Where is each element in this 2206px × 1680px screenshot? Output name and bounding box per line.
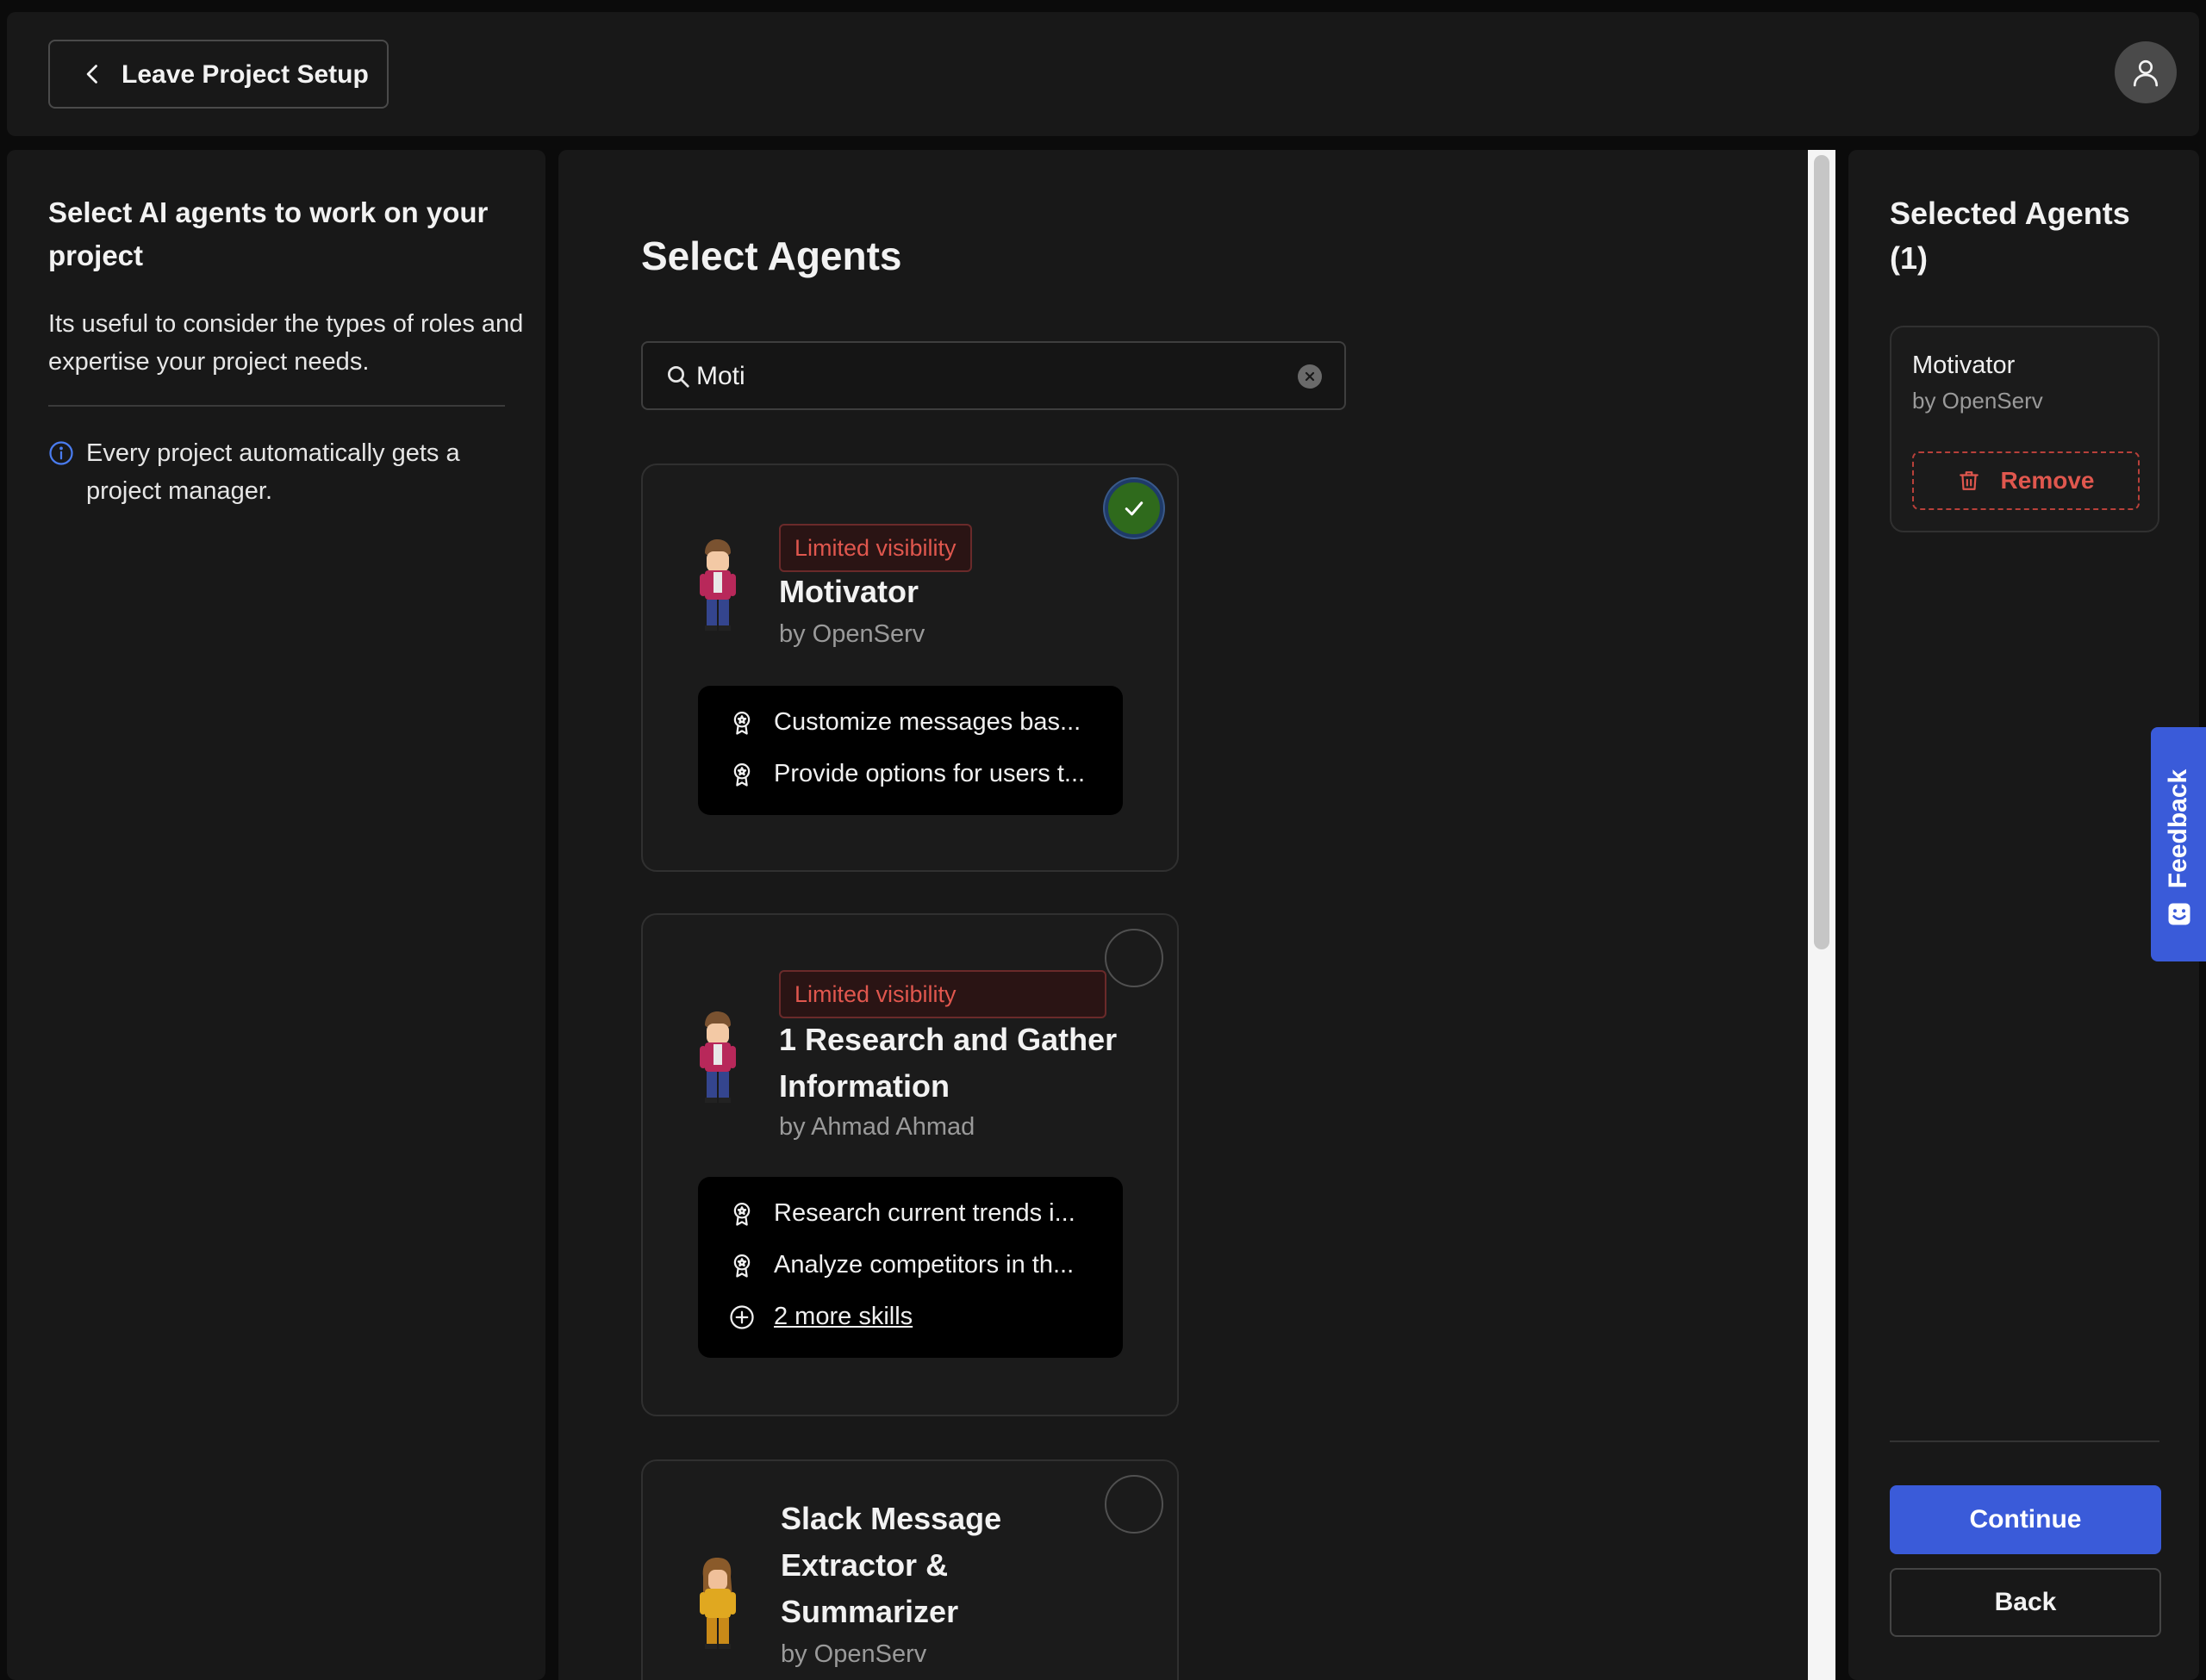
agent-select-checkbox[interactable] [1105, 929, 1163, 987]
skills-list: Customize messages bas... Provide option… [698, 686, 1123, 815]
selected-agents-title: Selected Agents (1) [1890, 196, 2130, 276]
info-icon [49, 441, 73, 465]
user-icon [2133, 59, 2159, 87]
smile-icon [2168, 903, 2190, 925]
main-panel: Select Agents Limited visibility Motivat… [558, 150, 1835, 1680]
top-bar: Leave Project Setup [7, 12, 2199, 136]
agent-author: by Ahmad Ahmad [779, 1113, 975, 1141]
plus-circle-icon [730, 1304, 754, 1329]
agent-avatar [700, 1558, 736, 1649]
skill-text: Analyze competitors in th... [774, 1251, 1075, 1279]
right-panel: Selected Agents (1) Motivator by OpenSer… [1848, 150, 2199, 1680]
skill-item: Research current trends i... [729, 1199, 1075, 1228]
clear-icon [1305, 371, 1315, 382]
agent-card[interactable]: Limited visibility 1 Research and Gather… [641, 913, 1179, 1416]
more-skills-item[interactable]: 2 more skills [729, 1303, 913, 1331]
remove-label: Remove [2000, 467, 2095, 494]
skill-text: Customize messages bas... [774, 708, 1081, 736]
clear-search-button[interactable] [1298, 364, 1322, 389]
limited-visibility-badge: Limited visibility [779, 970, 1106, 1018]
feedback-label: Feedback [2164, 768, 2192, 889]
agent-card[interactable]: Slack Message Extractor & Summarizer by … [641, 1459, 1179, 1680]
skills-list: Research current trends i... Analyze com… [698, 1177, 1123, 1358]
continue-button[interactable]: Continue [1890, 1485, 2161, 1554]
agent-avatar [700, 1011, 736, 1103]
agent-select-checkbox[interactable] [1105, 1475, 1163, 1534]
agent-author: by OpenServ [781, 1640, 927, 1668]
skill-text: Provide options for users t... [774, 760, 1086, 787]
selected-agent-author: by OpenServ [1912, 388, 2043, 414]
leave-project-setup-button[interactable]: Leave Project Setup [48, 40, 389, 109]
divider [1890, 1440, 2159, 1442]
divider [48, 405, 505, 407]
agent-name: Slack Message Extractor & Summarizer [781, 1501, 1002, 1629]
more-skills-link[interactable]: 2 more skills [774, 1303, 913, 1331]
remove-agent-button[interactable]: Remove [1912, 451, 2140, 510]
award-icon [733, 762, 751, 787]
skill-item: Provide options for users t... [729, 760, 1085, 788]
leave-project-setup-label: Leave Project Setup [122, 60, 369, 89]
left-panel: Select AI agents to work on your project… [7, 150, 545, 1680]
search-input[interactable] [696, 355, 1282, 398]
limited-visibility-badge: Limited visibility [779, 524, 972, 572]
chevron-left-icon [86, 65, 97, 84]
agent-name: 1 Research and Gather Information [779, 1022, 1118, 1104]
award-icon [733, 711, 751, 735]
search-box [641, 341, 1346, 410]
scrollbar-thumb[interactable] [1814, 155, 1829, 949]
award-icon [733, 1202, 751, 1226]
trash-icon [1959, 471, 1979, 490]
user-avatar-button[interactable] [2115, 41, 2177, 103]
agent-name: Motivator [779, 574, 919, 609]
agent-author: by OpenServ [779, 620, 925, 648]
selected-agent-card: Motivator by OpenServ Remove [1890, 326, 2159, 532]
agent-avatar [700, 539, 736, 631]
left-panel-title: Select AI agents to work on your project [48, 196, 489, 271]
back-button[interactable]: Back [1890, 1568, 2161, 1637]
left-panel-description: Its useful to consider the types of role… [48, 310, 524, 376]
search-icon [668, 366, 689, 388]
check-icon [1125, 501, 1144, 516]
feedback-tab[interactable]: Feedback [2151, 727, 2206, 961]
page-title: Select Agents [641, 233, 902, 278]
selected-agent-name: Motivator [1912, 352, 2016, 379]
award-icon [733, 1254, 751, 1278]
skill-item: Customize messages bas... [729, 708, 1081, 737]
skill-item: Analyze competitors in th... [729, 1251, 1074, 1279]
project-manager-info: Every project automatically gets a proje… [86, 439, 460, 505]
skill-text: Research current trends i... [774, 1199, 1075, 1227]
agent-select-checkbox[interactable] [1105, 479, 1163, 538]
agent-card[interactable]: Limited visibility Motivator by OpenServ… [641, 464, 1179, 872]
